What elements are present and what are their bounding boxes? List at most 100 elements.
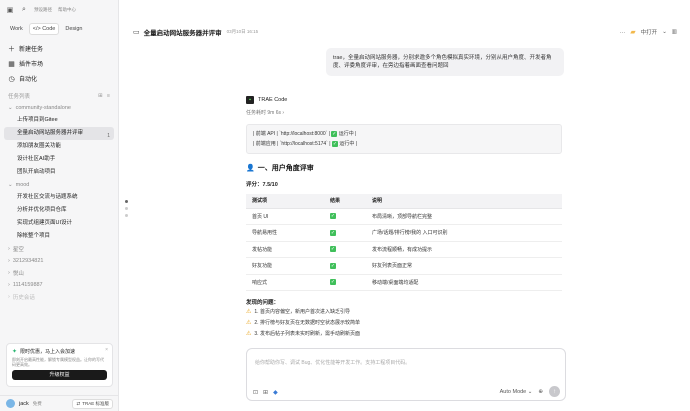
- open-in-button[interactable]: 中打开: [641, 28, 658, 36]
- mode-design[interactable]: Design: [61, 23, 86, 35]
- table-cell: 首页 UI: [246, 208, 324, 225]
- chevron-down-icon[interactable]: ⌄: [662, 29, 667, 35]
- table-cell: ✓: [324, 224, 366, 242]
- new-folder-icon[interactable]: ⊞: [98, 93, 103, 99]
- code-line-status: 运行中 |: [338, 131, 357, 137]
- upgrade-button[interactable]: 升级权益: [12, 370, 107, 381]
- warning-icon: ⚠: [246, 331, 252, 337]
- promo-desc: 即刻开启最高性能，解锁专属模型权益。让你的写代码更高效。: [12, 357, 104, 368]
- group-community-standalone[interactable]: ⌄ community-standalone: [0, 102, 118, 114]
- review-table: 测试项 结果 说明 首页 UI ✓ 布局清晰，顶部导航栏完整 导航易用性 ✓ 广…: [246, 194, 562, 291]
- check-icon: ✓: [330, 229, 336, 236]
- code-line: | 前端 API | `http://localhost:8000` | ✓ 运…: [253, 129, 555, 139]
- chat-input[interactable]: 给你帮助你写、调试 Bug、优化性能等开发工作。支持工程项目代码。 ⊡ ⊞ ◆ …: [246, 348, 566, 401]
- check-icon: ✓: [331, 130, 338, 137]
- code-line-text: | 前端 API | `http://localhost:8000` |: [253, 131, 330, 137]
- swap-icon: ⇄: [76, 400, 81, 406]
- group-collapsed[interactable]: › 1114159887: [0, 279, 118, 291]
- chat-input-placeholder[interactable]: 给你帮助你写、调试 Bug、优化性能等开发工作。支持工程项目代码。: [255, 359, 555, 366]
- table-cell: 布局清晰，顶部导航栏完整: [366, 208, 562, 225]
- plugin-icon[interactable]: ◆: [273, 389, 278, 396]
- image-icon[interactable]: ⊞: [263, 389, 268, 396]
- avatar[interactable]: [6, 399, 15, 408]
- chevron-down-icon: ⌄: [8, 105, 13, 111]
- edition-switch-button[interactable]: ⇄ TRAE 标准版: [72, 398, 113, 409]
- task-item[interactable]: 添加朋友圈关功能: [0, 140, 118, 153]
- table-header-row: 测试项 结果 说明: [246, 194, 562, 209]
- warning-icon: ⚠: [246, 320, 252, 326]
- edition-label: TRAE 标准版: [82, 400, 109, 406]
- group-name: 3212934821: [12, 258, 44, 264]
- filter-icon[interactable]: ≡: [107, 93, 110, 99]
- group-collapsed[interactable]: › 悦山: [0, 267, 118, 279]
- elapsed-time[interactable]: 任务耗时 9m 6s ›: [246, 109, 562, 116]
- table-cell: 响应式: [246, 274, 324, 291]
- task-item[interactable]: 团队开启动项目: [0, 166, 118, 179]
- main-panel: ▭ 全量启动网站服务器并评审 03月10日 16:15 … ▰ 中打开 ⌄ ▥ …: [120, 0, 690, 411]
- more-button[interactable]: …: [620, 29, 626, 35]
- attach-icon[interactable]: ⊡: [253, 389, 258, 396]
- list-item: ⚠ 2. 排行榜与好友页在无数据时空状态展示较简单: [246, 317, 562, 328]
- nav-new-task[interactable]: ＋ 新建任务: [0, 41, 118, 56]
- nav-automation-label: 自动化: [19, 77, 38, 83]
- mention-icon[interactable]: ⊕: [538, 389, 543, 395]
- group-collapsed[interactable]: › 历史会话: [0, 291, 118, 303]
- chevron-right-icon: ›: [8, 270, 10, 276]
- check-icon: ✓: [330, 279, 336, 286]
- nav-automation[interactable]: ◷ 自动化: [0, 71, 118, 86]
- mode-code[interactable]: </> Code: [28, 23, 60, 35]
- table-row: 首页 UI ✓ 布局清晰，顶部导航栏完整: [246, 208, 562, 225]
- table-cell: ✓: [324, 274, 366, 291]
- table-header: 结果: [324, 194, 366, 209]
- table-cell: 广场/话题/排行榜/我的 入口可识别: [366, 224, 562, 242]
- issue-text: 2. 排行榜与好友页在无数据时空状态展示较简单: [254, 320, 360, 326]
- group-collapsed[interactable]: › 3212934821: [0, 255, 118, 267]
- input-right-controls: Auto Mode ⌄ ⊕ ↑: [500, 386, 560, 397]
- nav-plugin-market[interactable]: ▦ 插件市场: [0, 56, 118, 71]
- task-item-active[interactable]: 全量启动网站服务器并评审 1: [4, 127, 114, 140]
- chevron-right-icon: ›: [8, 246, 10, 252]
- table-cell: 移动端/桌面端均适配: [366, 274, 562, 291]
- topbar-label-a[interactable]: 预设路径: [34, 7, 52, 13]
- task-item[interactable]: 开发社区交流与话题系统: [0, 191, 118, 204]
- nav-plugin-market-label: 插件市场: [19, 62, 44, 68]
- chevron-down-icon: ⌄: [8, 182, 13, 188]
- plus-icon: ＋: [8, 45, 15, 53]
- search-icon[interactable]: ⌕: [20, 6, 28, 14]
- table-row: 导航易用性 ✓ 广场/话题/排行榜/我的 入口可识别: [246, 224, 562, 242]
- table-cell: ✓: [324, 241, 366, 258]
- tasks-section-label: 任务列表: [8, 94, 31, 100]
- table-row: 发帖功能 ✓ 发布流程顺畅，有成功提示: [246, 241, 562, 258]
- group-name: 星空: [12, 247, 24, 253]
- promo-title: 限时优惠，马上入会加速: [20, 349, 76, 355]
- task-item[interactable]: 实现式组建页面UI设计: [0, 217, 118, 230]
- task-item[interactable]: 除帐整个项目: [0, 230, 118, 243]
- table-header: 测试项: [246, 194, 324, 209]
- task-item[interactable]: 上传项目到Gitee: [0, 114, 118, 127]
- task-item[interactable]: 设计社区AI助手: [0, 153, 118, 166]
- panel-toggle-icon[interactable]: ▣: [6, 6, 14, 14]
- section-heading-text: 一、用户角度评审: [257, 165, 314, 172]
- group-mood[interactable]: ⌄ mood: [0, 179, 118, 191]
- code-block: | 前端 API | `http://localhost:8000` | ✓ 运…: [246, 124, 562, 154]
- task-item[interactable]: 分析并优化项目仓库: [0, 204, 118, 217]
- score-text: 评分：7.5/10: [246, 182, 278, 188]
- split-view-icon[interactable]: ▥: [672, 29, 677, 35]
- close-icon[interactable]: ×: [105, 347, 108, 353]
- mode-select[interactable]: Auto Mode ⌄: [500, 389, 533, 395]
- list-item: ⚠ 1. 首页内容偏空，新用户首次进入缺乏引导: [246, 306, 562, 317]
- table-cell: ✓: [324, 257, 366, 275]
- timestamp: 03月10日 16:15: [226, 29, 259, 34]
- group-collapsed[interactable]: › 星空: [0, 243, 118, 255]
- mode-work[interactable]: Work: [6, 23, 27, 35]
- trae-logo-icon: ▪: [246, 96, 254, 104]
- user-bar: jack 免费 ⇄ TRAE 标准版: [0, 395, 119, 411]
- send-button[interactable]: ↑: [549, 386, 560, 397]
- agent-name: TRAE Code: [258, 97, 288, 103]
- issues-title: 发现的问题：: [246, 300, 280, 306]
- table-row: 好友功能 ✓ 好友列表页面正常: [246, 257, 562, 275]
- topbar-label-b[interactable]: 帮助中心: [58, 7, 76, 13]
- chat-scroll-area[interactable]: trae，全量启动网站服务器，分别求邀多个角色模拟真实环境，分别从用户角度、开发…: [120, 42, 690, 342]
- folder-icon: ▰: [630, 29, 636, 36]
- tasks-section-header: 任务列表 ⊞ ≡: [0, 90, 118, 102]
